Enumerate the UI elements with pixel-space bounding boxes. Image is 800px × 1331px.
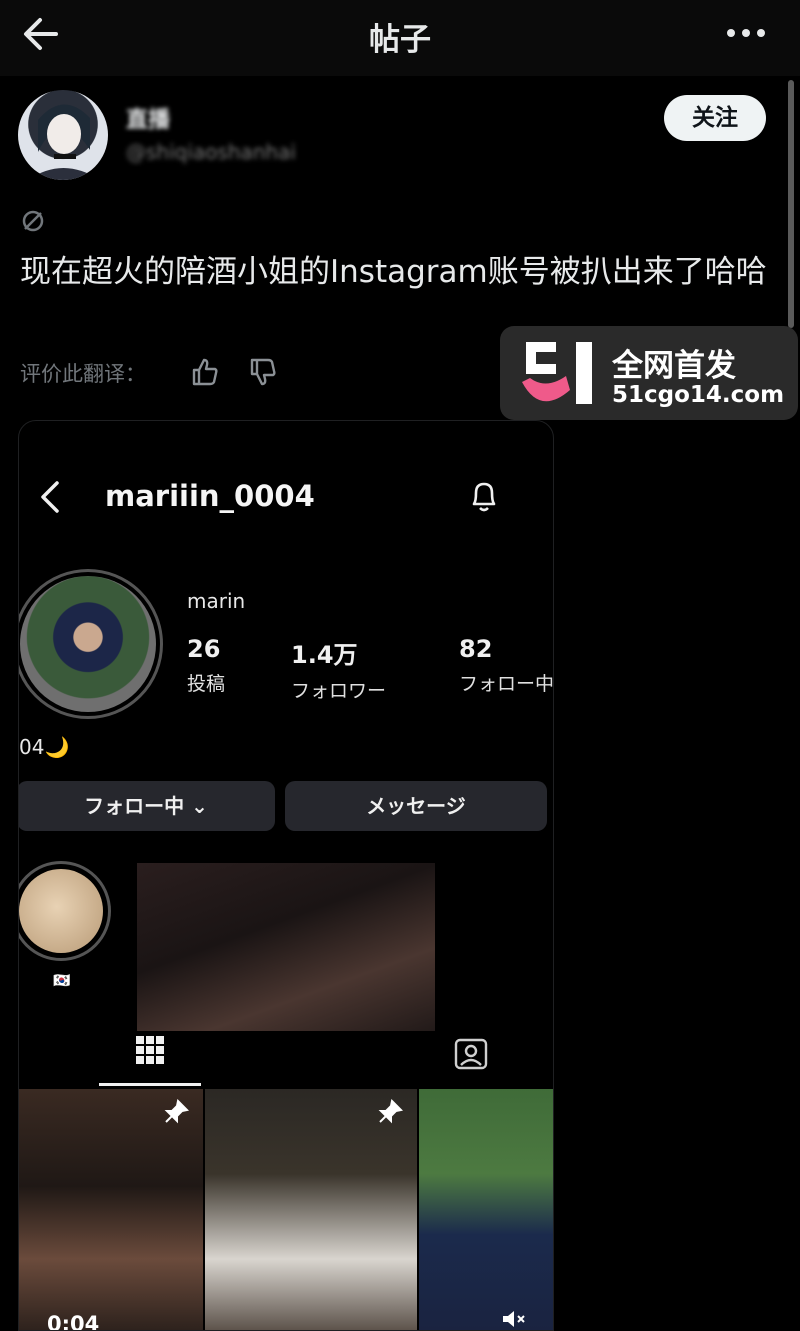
post-author: 直播 @shiqiaoshanhai 关注 bbox=[18, 90, 798, 182]
more-options-icon[interactable] bbox=[726, 26, 766, 40]
ig-stat-posts-label: 投稿 bbox=[187, 673, 226, 695]
site-logo-icon bbox=[522, 342, 592, 404]
grid-icon bbox=[136, 1036, 164, 1064]
pin-icon bbox=[378, 1099, 403, 1124]
ig-username: mariiin_0004 bbox=[105, 479, 315, 513]
ig-profile-avatar bbox=[20, 576, 156, 712]
ig-stat-followers-value: 1.4万 bbox=[291, 641, 358, 669]
ig-message-button: メッセージ bbox=[285, 781, 547, 831]
ig-following-button: フォロー中 ⌄ bbox=[19, 781, 275, 831]
thumbs-down-icon[interactable] bbox=[248, 357, 278, 387]
avatar-illustration-icon bbox=[28, 104, 100, 180]
ig-stat-posts: 26 投稿 bbox=[187, 635, 225, 696]
pin-icon bbox=[164, 1099, 189, 1124]
page-title: 帖子 bbox=[369, 22, 431, 58]
ig-story-highlight bbox=[19, 861, 111, 961]
ig-stat-following-label: フォロー中 bbox=[459, 673, 554, 695]
bell-icon bbox=[472, 482, 496, 512]
ig-display-name: marin bbox=[187, 589, 246, 613]
post-media-image[interactable]: mariiin_0004 marin 26 投稿 1.4万 フォロワー 82 フ… bbox=[18, 420, 554, 1331]
post-text: 现在超火的陪酒小姐的Instagram账号被扒出来了哈哈 bbox=[20, 254, 767, 290]
watermark-title: 全网首发 bbox=[612, 348, 736, 384]
thumbs-up-icon[interactable] bbox=[190, 357, 220, 387]
ig-stat-posts-value: 26 bbox=[187, 635, 221, 663]
ig-profile-avatar-ring bbox=[19, 569, 163, 719]
ig-post-tile bbox=[205, 1089, 417, 1330]
translation-rating-label: 评价此翻译： bbox=[20, 362, 146, 386]
author-avatar[interactable] bbox=[18, 90, 108, 180]
ig-stat-following-value: 82 bbox=[459, 635, 493, 663]
ig-post-tile: 0:04 bbox=[19, 1089, 203, 1331]
top-bar: 帖子 bbox=[0, 0, 800, 76]
tagged-photos-icon bbox=[454, 1038, 488, 1070]
ig-stat-following: 82 フォロー中 bbox=[459, 635, 554, 696]
author-handle[interactable]: @shiqiaoshanhai bbox=[126, 140, 296, 164]
author-name[interactable]: 直播 bbox=[126, 102, 170, 134]
ig-story-highlight-cover bbox=[19, 869, 103, 953]
follow-button[interactable]: 关注 bbox=[664, 95, 766, 141]
ig-bio: 04🌙 bbox=[19, 735, 70, 759]
ig-post-tile bbox=[419, 1089, 553, 1330]
ig-stat-followers-label: フォロワー bbox=[291, 680, 387, 702]
watermark-url: 51cgo14.com bbox=[612, 382, 785, 408]
ig-grid-tab-indicator bbox=[99, 1083, 201, 1086]
mute-icon bbox=[503, 1311, 525, 1327]
watermark-banner: 全网首发 51cgo14.com bbox=[500, 326, 798, 420]
ig-highlight-label: 🇰🇷 bbox=[53, 973, 71, 989]
video-duration: 0:04 bbox=[47, 1312, 100, 1331]
ig-stat-followers: 1.4万 フォロワー bbox=[291, 635, 386, 703]
ig-video-overlay bbox=[137, 863, 435, 1031]
ig-back-icon bbox=[41, 481, 59, 513]
translation-icon bbox=[22, 210, 44, 232]
